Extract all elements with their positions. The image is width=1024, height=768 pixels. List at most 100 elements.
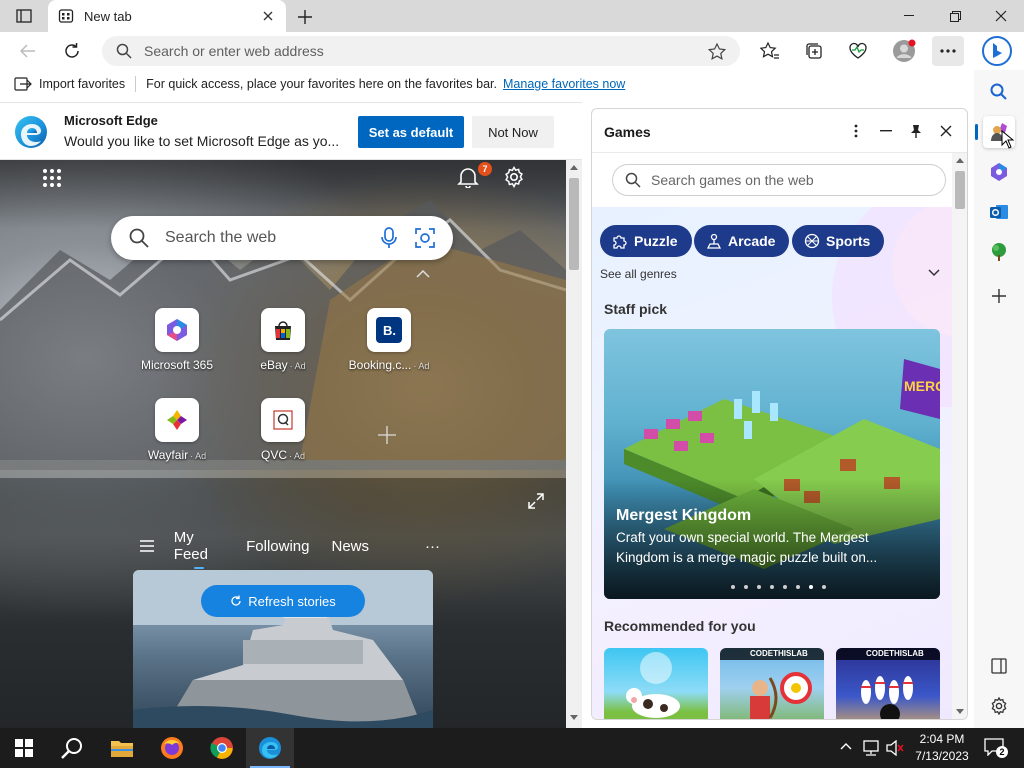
carousel-dot[interactable]: [743, 585, 748, 589]
sidebar-drop-button[interactable]: [983, 236, 1015, 268]
page-scrollbar[interactable]: [566, 160, 582, 728]
games-scrollbar[interactable]: [952, 153, 967, 719]
minimize-button[interactable]: [886, 0, 932, 32]
microphone-icon[interactable]: [381, 227, 397, 249]
scroll-down-arrow-icon[interactable]: [570, 715, 578, 721]
back-button[interactable]: [12, 36, 44, 66]
show-hidden-icons-chevron-icon[interactable]: [840, 742, 852, 750]
taskbar-edge[interactable]: [246, 728, 294, 768]
new-tab-button[interactable]: [294, 6, 316, 28]
tab-following[interactable]: Following: [246, 538, 309, 555]
import-favorites-label: Import favorites: [39, 77, 126, 91]
quick-link-microsoft-365[interactable]: Microsoft 365: [129, 308, 225, 372]
genre-chip-puzzle[interactable]: Puzzle: [600, 225, 692, 257]
address-input[interactable]: [144, 43, 684, 59]
panel-close-button[interactable]: [934, 119, 958, 143]
quick-link-ebay[interactable]: eBay · Ad: [235, 308, 331, 372]
sidebar-outlook-button[interactable]: [983, 196, 1015, 228]
refresh-button[interactable]: [56, 36, 88, 66]
add-favorite-icon[interactable]: [708, 43, 726, 60]
manage-favorites-link[interactable]: Manage favorites now: [503, 77, 625, 91]
favorites-button[interactable]: [754, 36, 786, 66]
start-button[interactable]: [0, 728, 48, 768]
tab-my-feed[interactable]: My Feed: [174, 529, 224, 569]
quick-link-wayfair[interactable]: Wayfair · Ad: [129, 398, 225, 462]
sidebar-microsoft-365-button[interactable]: [983, 156, 1015, 188]
carousel-dot[interactable]: [795, 585, 800, 589]
recommended-game-card[interactable]: [604, 648, 708, 719]
genre-chip-arcade[interactable]: Arcade: [694, 225, 790, 257]
search-icon: [990, 83, 1007, 100]
taskbar-search-button[interactable]: [48, 728, 96, 768]
carousel-dot[interactable]: [769, 585, 774, 589]
bing-chat-button[interactable]: [978, 36, 1016, 66]
taskbar-chrome[interactable]: [198, 728, 246, 768]
profile-button[interactable]: [888, 36, 920, 66]
scroll-down-arrow-icon[interactable]: [956, 709, 964, 715]
performance-button[interactable]: [842, 36, 874, 66]
carousel-dot[interactable]: [730, 585, 735, 589]
new-tab-page: 7 Search the web Microsoft 365 eBay · Ad …: [0, 160, 566, 728]
quick-link-booking[interactable]: B. Booking.c... · Ad: [341, 308, 437, 372]
web-search-box[interactable]: Search the web: [111, 216, 453, 260]
tab-news[interactable]: News: [331, 538, 369, 555]
collections-button[interactable]: [798, 36, 830, 66]
carousel-dot[interactable]: [782, 585, 787, 589]
carousel-dot[interactable]: [821, 585, 826, 589]
sidebar-settings-button[interactable]: [983, 690, 1015, 722]
sidebar-games-button[interactable]: [975, 116, 1015, 149]
network-icon[interactable]: [862, 740, 880, 756]
page-settings-gear-icon[interactable]: [503, 166, 525, 188]
close-window-button[interactable]: [978, 0, 1024, 32]
default-bar-message: Would you like to set Microsoft Edge as …: [64, 133, 340, 149]
visual-search-icon[interactable]: [415, 228, 435, 248]
clock-time: 2:04 PM: [919, 732, 965, 746]
scroll-up-arrow-icon[interactable]: [956, 157, 964, 163]
tab-actions-button[interactable]: [8, 4, 40, 28]
chevron-down-icon[interactable]: [928, 269, 940, 277]
notifications-bell-icon[interactable]: [457, 166, 479, 188]
volume-muted-icon[interactable]: [886, 740, 904, 756]
add-site-plus-icon[interactable]: [378, 426, 396, 444]
chevron-up-icon[interactable]: [416, 270, 430, 278]
scrollbar-thumb[interactable]: [569, 178, 579, 270]
restore-button[interactable]: [932, 0, 978, 32]
settings-more-button[interactable]: [932, 36, 964, 66]
not-now-button[interactable]: Not Now: [472, 116, 554, 148]
staff-pick-card[interactable]: MERGEST KING Mergest Kingdom Craft your …: [604, 329, 940, 599]
expand-icon[interactable]: [528, 493, 544, 509]
genre-chip-sports[interactable]: Sports: [792, 225, 885, 257]
sidebar-hide-button[interactable]: [983, 650, 1015, 682]
import-favorites-button[interactable]: Import favorites: [14, 76, 125, 92]
search-icon: [61, 738, 82, 759]
carousel-dot[interactable]: [808, 585, 813, 589]
scrollbar-thumb[interactable]: [955, 171, 965, 209]
action-center-button[interactable]: 2: [984, 738, 1008, 758]
system-clock[interactable]: 2:04 PM 7/13/2023: [910, 731, 974, 765]
panel-minimize-button[interactable]: [874, 119, 898, 143]
ad-label: · Ad: [190, 451, 207, 461]
address-bar[interactable]: [102, 36, 740, 66]
sidebar-search-button[interactable]: [983, 76, 1015, 108]
games-search-box[interactable]: Search games on the web: [612, 164, 946, 196]
carousel-dot[interactable]: [756, 585, 761, 589]
refresh-stories-button[interactable]: Refresh stories: [201, 585, 365, 617]
apps-grid-icon[interactable]: [42, 168, 62, 188]
see-all-genres-link[interactable]: See all genres: [600, 267, 677, 281]
panel-pin-button[interactable]: [904, 119, 928, 143]
scroll-up-arrow-icon[interactable]: [570, 164, 578, 170]
panel-more-button[interactable]: [844, 119, 868, 143]
close-tab-icon[interactable]: [260, 8, 276, 24]
taskbar-firefox[interactable]: [148, 728, 196, 768]
hamburger-menu-icon[interactable]: [140, 540, 154, 552]
set-as-default-button[interactable]: Set as default: [358, 116, 464, 148]
recommended-game-card[interactable]: CODETHISLAB: [836, 648, 940, 719]
quick-link-qvc[interactable]: QVC · Ad: [235, 398, 331, 462]
carousel-dots[interactable]: [726, 585, 830, 589]
recommended-game-card[interactable]: CODETHISLAB: [720, 648, 824, 719]
sidebar-add-button[interactable]: [983, 280, 1015, 312]
new-tab-icon: [58, 9, 74, 23]
taskbar-file-explorer[interactable]: [98, 728, 146, 768]
feed-more-button[interactable]: ···: [425, 538, 440, 555]
tab-new-tab[interactable]: New tab: [48, 0, 286, 32]
